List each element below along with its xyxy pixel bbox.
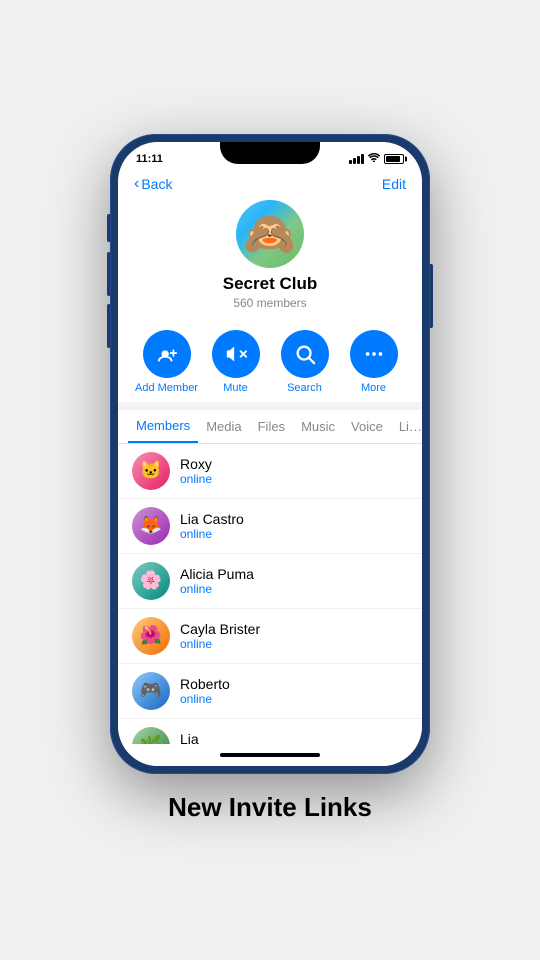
member-status: online — [180, 582, 254, 596]
tab-members[interactable]: Members — [128, 410, 198, 443]
member-row[interactable]: 🌿 Lia online — [118, 719, 422, 744]
back-chevron-icon: ‹ — [134, 176, 139, 192]
search-icon — [281, 330, 329, 378]
member-row[interactable]: 🌺 Cayla Brister online — [118, 609, 422, 664]
member-status: online — [180, 692, 230, 706]
more-label: More — [361, 382, 386, 394]
status-icons — [349, 153, 404, 164]
page-footer-title: New Invite Links — [168, 774, 372, 847]
avatar: 🌿 — [132, 727, 170, 744]
avatar-emoji: 🙈 — [244, 213, 296, 255]
search-label: Search — [287, 382, 322, 394]
mute-button[interactable]: Mute — [203, 330, 268, 394]
avatar: 🎮 — [132, 672, 170, 710]
tab-media[interactable]: Media — [198, 411, 249, 442]
add-member-label: Add Member — [135, 382, 198, 394]
home-bar — [220, 753, 320, 757]
member-name: Lia Castro — [180, 511, 244, 527]
members-list: 🐱 Roxy online 🦊 Lia Castro online 🌸 Alic… — [118, 444, 422, 744]
member-name: Roberto — [180, 676, 230, 692]
avatar: 🌺 — [132, 617, 170, 655]
member-row[interactable]: 🌸 Alicia Puma online — [118, 554, 422, 609]
avatar: 🦊 — [132, 507, 170, 545]
group-profile: 🙈 Secret Club 560 members — [118, 196, 422, 320]
tab-links[interactable]: Li… — [391, 411, 422, 442]
tabs-bar: Members Media Files Music Voice Li… — [118, 410, 422, 444]
home-indicator — [118, 744, 422, 766]
back-button[interactable]: ‹ Back — [134, 176, 172, 192]
wifi-icon — [368, 153, 380, 164]
group-members-count: 560 members — [233, 296, 306, 310]
more-button[interactable]: More — [341, 330, 406, 394]
member-name: Cayla Brister — [180, 621, 260, 637]
member-name: Alicia Puma — [180, 566, 254, 582]
phone-frame: 11:11 ‹ Back Edit — [110, 134, 430, 774]
more-icon — [350, 330, 398, 378]
group-name: Secret Club — [223, 274, 317, 294]
member-name: Roxy — [180, 456, 212, 472]
member-status: online — [180, 637, 260, 651]
member-row[interactable]: 🐱 Roxy online — [118, 444, 422, 499]
member-row[interactable]: 🎮 Roberto online — [118, 664, 422, 719]
add-member-button[interactable]: Add Member — [134, 330, 199, 394]
member-name: Lia — [180, 731, 212, 744]
action-buttons-bar: Add Member Mute — [118, 320, 422, 402]
signal-icon — [349, 154, 364, 164]
notch — [220, 142, 320, 164]
tab-music[interactable]: Music — [293, 411, 343, 442]
battery-icon — [384, 154, 404, 164]
section-divider — [118, 402, 422, 410]
phone-screen: 11:11 ‹ Back Edit — [118, 142, 422, 766]
tab-voice[interactable]: Voice — [343, 411, 391, 442]
nav-bar: ‹ Back Edit — [118, 170, 422, 196]
back-label: Back — [141, 176, 172, 192]
tab-files[interactable]: Files — [250, 411, 293, 442]
avatar: 🐱 — [132, 452, 170, 490]
search-button[interactable]: Search — [272, 330, 337, 394]
status-bar: 11:11 — [118, 142, 422, 170]
group-avatar: 🙈 — [236, 200, 304, 268]
member-row[interactable]: 🦊 Lia Castro online — [118, 499, 422, 554]
mute-icon — [212, 330, 260, 378]
add-member-icon — [143, 330, 191, 378]
mute-label: Mute — [223, 382, 247, 394]
edit-button[interactable]: Edit — [382, 176, 406, 192]
avatar: 🌸 — [132, 562, 170, 600]
status-time: 11:11 — [136, 153, 163, 165]
member-status: online — [180, 472, 212, 486]
member-status: online — [180, 527, 244, 541]
